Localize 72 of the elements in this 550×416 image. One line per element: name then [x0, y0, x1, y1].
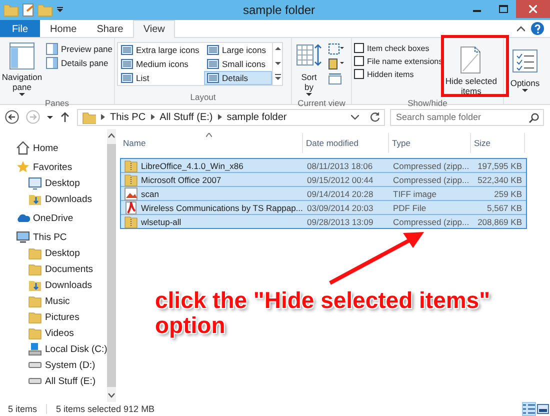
ribbon-tab[interactable]: Share	[86, 20, 134, 37]
nav-item[interactable]: Home	[0, 140, 108, 156]
date-cell-text: 09/14/2014 20:28	[306, 188, 374, 198]
layout-option[interactable]: Details	[204, 71, 272, 85]
file-name: wlsetup-all	[141, 216, 182, 226]
nav-item[interactable]: All Stuff (E:)	[0, 373, 108, 389]
nav-item[interactable]: Documents	[0, 261, 108, 277]
item-count: 5 items	[8, 404, 38, 414]
ribbon-tab[interactable]: View	[133, 20, 175, 38]
group-label: Panes	[44, 98, 70, 108]
file-name: Wireless Communications by TS Rappap...	[141, 202, 303, 212]
nav-item[interactable]: Desktop	[0, 245, 108, 261]
sort-by-button[interactable]: Sort by	[294, 40, 324, 98]
nav-item[interactable]: Downloads	[0, 277, 108, 293]
group-label: Layout	[189, 92, 217, 104]
file-row[interactable]: scan 09/14/2014 20:28 TIFF image 259 KB	[121, 187, 526, 201]
size-cell-text: 259 KB	[493, 188, 523, 198]
column-header[interactable]: Name	[120, 133, 303, 153]
breadcrumb[interactable]: This PC	[110, 112, 146, 122]
column-header[interactable]: Size	[471, 133, 525, 153]
layout-option[interactable]: Large icons	[204, 43, 272, 57]
file-row[interactable]: wlsetup-all 09/28/2013 13:09 Compressed (zipp... 208,869 KB	[121, 215, 526, 228]
date-cell-text: 09/28/2013 13:09	[306, 216, 374, 226]
size-cell-text: 197,595 KB	[476, 160, 523, 170]
nav-item[interactable]: This PC	[0, 229, 108, 245]
address-field[interactable]: This PC All Stuff (E:) sample folder	[77, 108, 385, 126]
type-cell-text: Compressed (zipp...	[392, 160, 470, 170]
nav-item[interactable]: Favorites	[0, 159, 108, 175]
type-cell-text: PDF File	[392, 202, 428, 212]
options-button[interactable]: Options	[506, 46, 544, 94]
size-cell-text: 5,567 KB	[486, 202, 523, 212]
ribbon-tab[interactable]: File	[0, 20, 40, 37]
nav-item[interactable]: System (D:)	[0, 357, 108, 373]
nav-item[interactable]: Local Disk (C:)	[0, 341, 108, 357]
file-row[interactable]: Wireless Communications by TS Rappap... 03/09/2014 20:03 PDF File 5,567 KB	[121, 201, 526, 215]
layout-option[interactable]: List	[118, 71, 204, 85]
date-cell-text: 09/15/2012 00:44	[306, 174, 374, 184]
type-cell-text: TIFF image	[392, 188, 438, 198]
group-label: Show/hide	[406, 98, 448, 108]
window-title: sample folder	[243, 3, 316, 17]
nav-item[interactable]: Videos	[0, 325, 108, 341]
date-cell-text: 03/09/2014 20:03	[306, 202, 374, 212]
nav-item[interactable]: OneDrive	[0, 210, 108, 226]
column-header[interactable]: Date modified	[303, 133, 389, 153]
type-cell-text: Compressed (zipp...	[392, 216, 470, 226]
size-cell-text: 208,869 KB	[476, 216, 523, 226]
file-row[interactable]: Microsoft Office 2007 09/15/2012 00:44 Compressed (zipp... 522,340 KB	[121, 173, 526, 187]
column-header[interactable]: Type	[389, 133, 471, 153]
layout-option[interactable]: Medium icons	[118, 57, 204, 71]
breadcrumb[interactable]: sample folder	[226, 112, 287, 122]
nav-item[interactable]: Desktop	[0, 175, 108, 191]
nav-item[interactable]: Pictures	[0, 309, 108, 325]
layout-option[interactable]: Extra large icons	[118, 43, 204, 57]
group-label: Current view	[296, 98, 346, 108]
date-cell-text: 08/11/2013 18:06	[306, 160, 374, 170]
selection-info: 5 items selected 912 MB	[56, 404, 155, 414]
search-field[interactable]: Search sample folder	[390, 108, 544, 126]
file-row[interactable]: LibreOffice_4.1.0_Win_x86 08/11/2013 18:06 Compressed (zipp... 197,595 KB	[121, 159, 526, 173]
pane-toggle[interactable]: Details pane	[46, 57, 113, 69]
file-name: LibreOffice_4.1.0_Win_x86	[141, 160, 244, 170]
pane-toggle[interactable]: Preview pane	[46, 43, 113, 55]
ribbon-tab[interactable]: Home	[40, 20, 87, 37]
nav-item[interactable]: Downloads	[0, 191, 108, 207]
navigation-pane-button[interactable]: Navigation pane	[2, 40, 42, 98]
layout-option[interactable]: Small icons	[204, 57, 272, 71]
size-cell-text: 522,340 KB	[476, 174, 523, 184]
file-name: Microsoft Office 2007	[141, 174, 222, 184]
type-cell-text: Compressed (zipp...	[392, 174, 470, 184]
nav-item[interactable]: Music	[0, 293, 108, 309]
annotation-text: click the "Hide selected items" option	[155, 288, 492, 338]
breadcrumb[interactable]: All Stuff (E:)	[160, 112, 213, 122]
file-name: scan	[141, 188, 159, 198]
